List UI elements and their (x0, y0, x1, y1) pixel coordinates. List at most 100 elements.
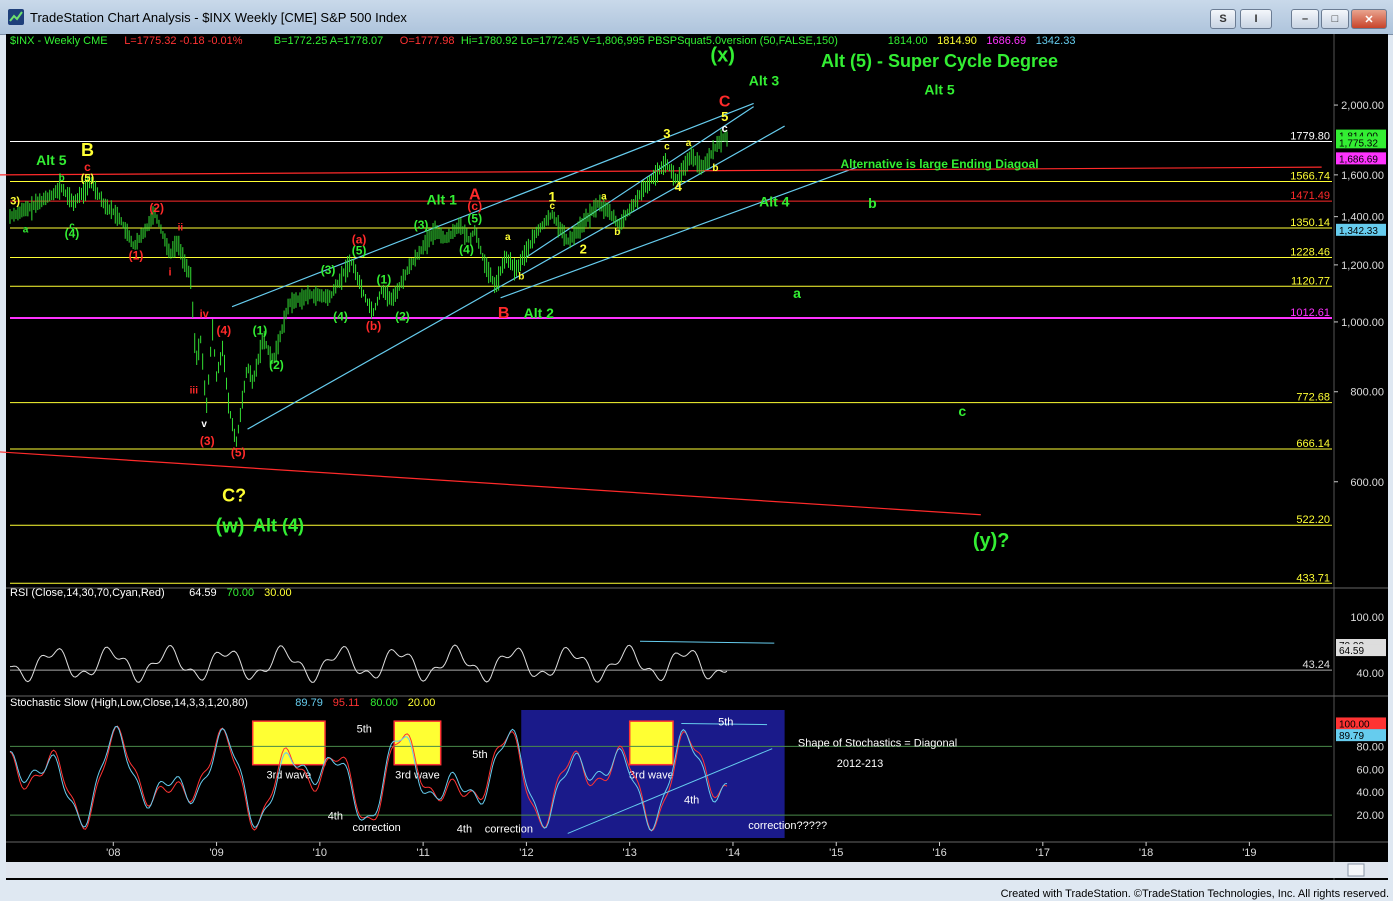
wave-label: iv (200, 308, 210, 320)
x-tick-label: '16 (932, 847, 946, 859)
stoch-annotation: 4th (684, 795, 699, 807)
wave-label: a (793, 285, 801, 301)
wave-label: Alt 1 (427, 192, 458, 208)
rsi-level-label: 43.24 (1302, 659, 1330, 671)
level-label: 1566.74 (1290, 170, 1330, 182)
wave-label: (y)? (973, 530, 1010, 552)
wave-label: B (81, 140, 94, 160)
price-status-text-6: 1814.90 (937, 35, 977, 47)
stoch-annotation: correction????? (748, 820, 827, 832)
wave-label: C (719, 94, 731, 111)
wave-label: (1) (377, 273, 392, 287)
rsi-status-text-3: 30.00 (264, 587, 292, 599)
wave-label: (5) (231, 446, 246, 460)
wave-label: (4) (216, 324, 231, 338)
rsi-tag-label: 64.59 (1339, 646, 1364, 657)
y-tick-label: 2,000.00 (1341, 100, 1384, 112)
wave-label: (1) (129, 249, 144, 263)
wave-label: (2) (395, 309, 410, 323)
third-wave-label: 3rd wave (629, 769, 674, 781)
level-label: 1471.49 (1290, 190, 1330, 202)
third-wave-box (393, 720, 442, 766)
level-label: 666.14 (1296, 438, 1330, 450)
wave-label: iii (190, 386, 199, 397)
wave-label: Alt 5 (36, 152, 67, 168)
level-label: 1350.14 (1290, 217, 1330, 229)
price-tag-label: 1,775.32 (1339, 138, 1378, 149)
price-status-text-0: $INX - Weekly CME (10, 35, 108, 47)
y-tick-label: 800.00 (1350, 387, 1384, 399)
wave-label: Alt 2 (524, 305, 555, 321)
wave-label: (5) (81, 172, 95, 184)
wave-label: b (59, 173, 65, 184)
level-label: 1228.46 (1290, 247, 1330, 259)
wave-label: 3) (10, 196, 20, 208)
wave-label: (x) (710, 44, 734, 66)
stoch-status-text-3: 80.00 (370, 697, 398, 709)
footer-credit: Created with TradeStation. ©TradeStation… (1000, 888, 1389, 900)
wave-label: c (549, 201, 555, 212)
wave-label: (1) (253, 324, 268, 338)
chart-window: TradeStation Chart Analysis - $INX Weekl… (0, 0, 1393, 901)
stoch-annotation: 5th (718, 717, 733, 729)
level-label: 772.68 (1296, 392, 1330, 404)
wave-label: a (686, 138, 692, 149)
price-status-text-4: Hi=1780.92 Lo=1772.45 V=1,806,995 PBSPSq… (461, 35, 838, 47)
wave-label: v (201, 419, 207, 430)
wave-label: C? (222, 486, 246, 506)
wave-label: b (614, 227, 620, 238)
stoch-annotation: correction (353, 822, 401, 834)
rsi-status-text-2: 70.00 (227, 587, 255, 599)
wave-label: (2) (149, 201, 164, 215)
x-tick-label: '14 (726, 847, 740, 859)
rsi-status-text-1: 64.59 (189, 587, 217, 599)
stoch-annotation: 5th (472, 749, 487, 761)
wave-label: Alternative is large Ending Diagoal (841, 157, 1039, 171)
wave-label: a (601, 191, 607, 202)
level-label: 522.20 (1296, 514, 1330, 526)
wave-label: Alt 5 (924, 81, 955, 97)
x-tick-label: '18 (1139, 847, 1153, 859)
wave-label: c (722, 123, 728, 135)
wave-label: b (868, 195, 877, 211)
x-tick-label: '09 (209, 847, 223, 859)
stoch-annotation: Shape of Stochastics = Diagonal (798, 737, 957, 749)
wave-label: a (505, 232, 511, 243)
price-tag-label: 1,686.69 (1339, 154, 1378, 165)
price-status-text-3: O=1777.98 (400, 35, 455, 47)
stoch-annotation: 2012-213 (837, 758, 884, 770)
horizontal-scrollbar[interactable] (6, 862, 1388, 878)
stoch-tag-label: 100.00 (1339, 719, 1370, 730)
price-status-text-5: 1814.00 (888, 35, 928, 47)
wave-label: a (23, 225, 29, 236)
wave-label: 4 (675, 179, 683, 194)
wave-label: 5 (721, 109, 728, 124)
chart-area: $INX - Weekly CME L=1775.32 -0.18 -0.01% B… (0, 34, 1388, 880)
price-status-text-7: 1686.69 (986, 35, 1026, 47)
price-status-text-1: L=1775.32 -0.18 -0.01% (124, 35, 243, 47)
wave-label: (4) (65, 226, 80, 240)
y-tick-label: 1,000.00 (1341, 317, 1384, 329)
wave-label: (3) (200, 434, 215, 448)
rsi-tick-label: 100.00 (1350, 612, 1384, 624)
wave-label: (w) (216, 516, 245, 538)
price-status-text-2: B=1772.25 A=1778.07 (274, 35, 384, 47)
level-label: 1779.80 (1290, 131, 1330, 143)
wave-label: b (518, 272, 524, 283)
stoch-annotation: 4th (457, 823, 472, 835)
wave-label: (2) (269, 358, 284, 372)
scrollbar-track (6, 862, 1388, 878)
x-tick-label: '12 (519, 847, 533, 859)
y-tick-label: 1,200.00 (1341, 260, 1384, 272)
wave-label: (3) (321, 263, 336, 277)
level-label: 1120.77 (1291, 275, 1330, 287)
third-wave-box (251, 720, 326, 766)
stoch-annotation: 5th (357, 724, 372, 736)
wave-label: Alt (5) - Super Cycle Degree (821, 51, 1058, 71)
x-tick-label: '11 (416, 847, 430, 859)
level-label: 433.71 (1296, 572, 1330, 584)
x-tick-label: '10 (313, 847, 327, 859)
wave-label: Alt 3 (749, 72, 780, 88)
x-tick-label: '13 (623, 847, 637, 859)
wave-label: (4) (333, 309, 348, 323)
